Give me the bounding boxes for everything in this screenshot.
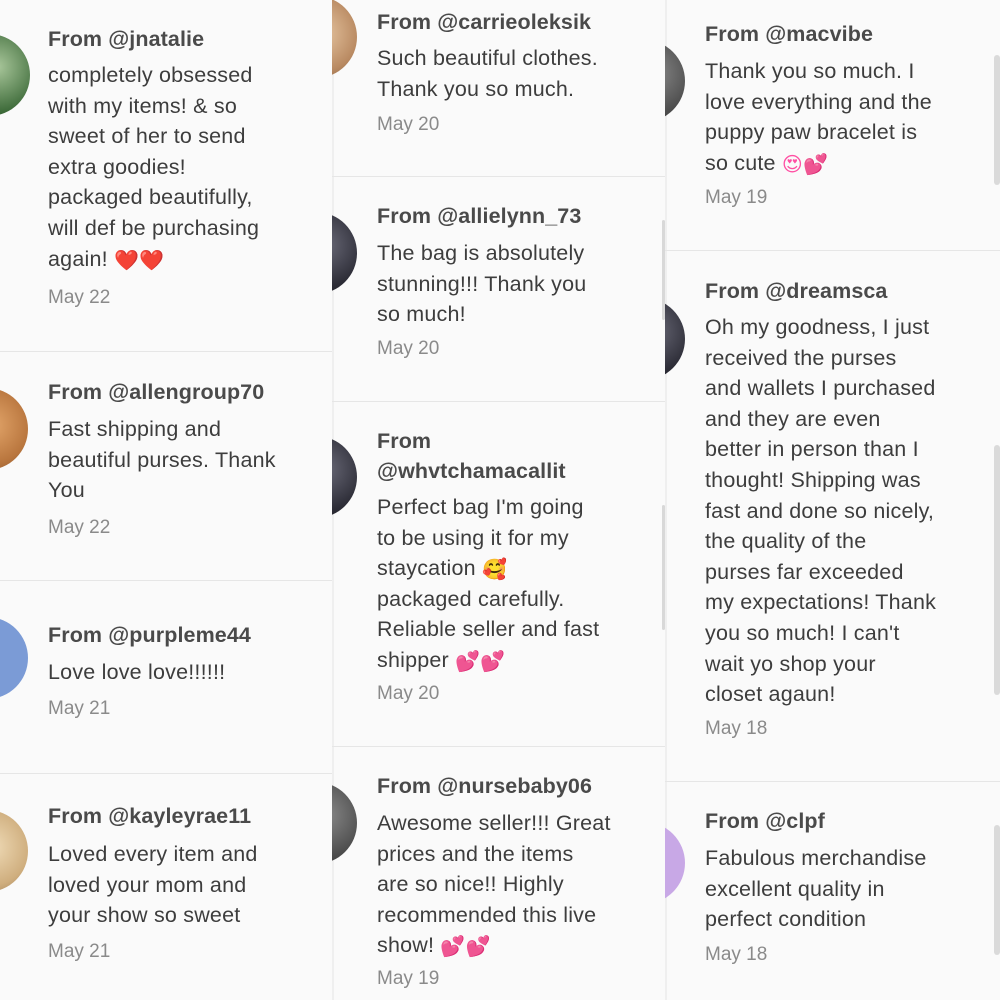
reviewer-avatar[interactable]	[665, 40, 685, 122]
review-author[interactable]: From @macvibe	[705, 19, 992, 49]
review-column-right: From @macvibe Thank you so much. I love …	[665, 0, 1000, 1000]
review-date: May 21	[48, 698, 111, 719]
review-divider	[665, 781, 1000, 782]
reviewer-avatar[interactable]	[665, 822, 685, 904]
review-date: May 19	[377, 968, 440, 989]
review-message: completely obsessed with my items! & so …	[48, 60, 324, 274]
review-message: Fast shipping and beautiful purses. Than…	[48, 417, 276, 503]
review-message: Perfect bag I'm going to be using it for…	[377, 492, 657, 676]
review-author[interactable]: From @allengroup70	[48, 377, 324, 407]
review-date: May 22	[48, 287, 111, 308]
review-author[interactable]: From @nursebaby06	[377, 771, 657, 801]
review-date: May 19	[705, 187, 768, 208]
review-author[interactable]: From @carrieoleksik	[377, 7, 657, 37]
review-message-text: Perfect bag I'm going to be using it for…	[377, 495, 584, 581]
review-author[interactable]: From @purpleme44	[48, 620, 324, 650]
review-message: The bag is absolutely stunning!!! Thank …	[377, 241, 587, 327]
review-message: Oh my goodness, I just received the purs…	[705, 315, 937, 707]
review-author[interactable]: From @dreamsca	[705, 276, 992, 306]
review-message: Thank you so much. I love everything and…	[705, 56, 992, 178]
smiling-face-with-hearts-emoji: 🥰	[482, 559, 508, 582]
heart-eyes-emoji: 😍💕	[781, 153, 829, 176]
scrollbar[interactable]	[994, 445, 1000, 695]
review-date: May 18	[705, 718, 768, 739]
review-author[interactable]: From @whvtchamacallit	[377, 426, 657, 486]
reviewer-avatar[interactable]	[332, 212, 357, 294]
two-hearts-emoji: 💕💕	[455, 650, 506, 673]
review-message: Fabulous merchandise excellent quality i…	[705, 846, 927, 932]
review-divider	[332, 401, 665, 402]
review-author[interactable]: From @allielynn_73	[377, 201, 657, 231]
reviewer-avatar[interactable]	[332, 782, 357, 864]
review-author[interactable]: From @clpf	[705, 806, 992, 836]
review-divider	[332, 176, 665, 177]
review-divider	[0, 351, 332, 352]
review-divider	[0, 773, 332, 774]
reviewer-avatar[interactable]	[0, 388, 28, 470]
review-message: Loved every item and loved your mom and …	[48, 842, 258, 928]
review-divider	[665, 250, 1000, 251]
scrollbar[interactable]	[994, 825, 1000, 955]
review-message-text: Awesome seller!!! Great prices and the i…	[377, 811, 611, 958]
reviewer-avatar[interactable]	[0, 617, 28, 699]
reviewer-avatar[interactable]	[665, 298, 685, 380]
review-date: May 22	[48, 517, 111, 538]
scrollbar[interactable]	[994, 55, 1000, 185]
review-date: May 20	[377, 114, 440, 135]
review-author[interactable]: From @kayleyrae11	[48, 801, 324, 831]
review-date: May 20	[377, 683, 440, 704]
review-date: May 20	[377, 338, 440, 359]
review-column-left: From @jnatalie completely obsessed with …	[0, 0, 332, 1000]
reviewer-avatar[interactable]	[0, 810, 28, 892]
heart-emoji: ❤️❤️	[113, 249, 165, 272]
review-date: May 18	[705, 944, 768, 965]
review-column-middle: From @carrieoleksik Such beautiful cloth…	[332, 0, 665, 1000]
review-message: Awesome seller!!! Great prices and the i…	[377, 808, 657, 961]
review-date: May 21	[48, 941, 111, 962]
reviewer-avatar[interactable]	[0, 34, 30, 116]
reviewer-avatar[interactable]	[332, 436, 357, 518]
review-message-text: completely obsessed with my items! & so …	[48, 63, 260, 271]
review-author[interactable]: From @jnatalie	[48, 24, 324, 54]
two-hearts-emoji: 💕💕	[440, 936, 491, 959]
reviewer-avatar[interactable]	[332, 0, 357, 78]
review-message: Such beautiful clothes. Thank you so muc…	[377, 46, 598, 101]
review-divider	[0, 580, 332, 581]
review-message: Love love love!!!!!!	[48, 660, 226, 684]
review-divider	[332, 746, 665, 747]
